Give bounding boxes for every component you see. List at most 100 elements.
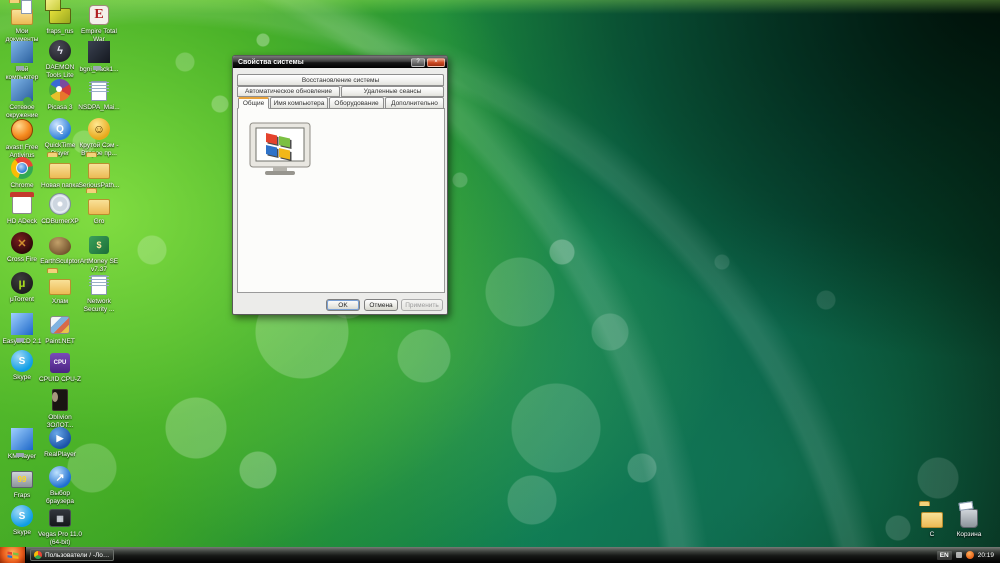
icon-label: Корзина — [956, 531, 982, 538]
close-icon[interactable]: × — [427, 57, 445, 67]
desktop-icon-earthsculptor[interactable]: EarthSculptor — [38, 232, 82, 266]
kmplayer-icon — [11, 431, 33, 449]
desktop-icon-recycle-bin[interactable]: Корзина — [947, 505, 991, 539]
desktop: Мои документы fraps_rus E Empire Total Wa… — [0, 0, 1000, 563]
desktop-icon-cdburnerxp[interactable]: CDBurnerXP — [38, 192, 82, 226]
desktop-icon-oblivion[interactable]: Oblivion ЗОЛОТ... — [38, 388, 82, 429]
cancel-button[interactable]: Отмена — [364, 299, 398, 311]
fraps-rus-icon — [49, 8, 71, 24]
icon-label: EarthSculptor — [40, 258, 80, 265]
tab-general[interactable]: Общие — [238, 97, 269, 109]
tab-automatic-updates[interactable]: Автоматическое обновление — [237, 86, 340, 97]
artmoney-icon: $ — [89, 236, 109, 254]
folder-icon — [88, 163, 110, 179]
skype-icon: S — [11, 350, 33, 372]
desktop-icon-network-security[interactable]: Network Security ... — [77, 272, 121, 313]
tab-advanced[interactable]: Дополнительно — [385, 97, 444, 109]
language-indicator[interactable]: EN — [936, 550, 952, 560]
desktop-icon-daemon-tools[interactable]: ϟ DAEMON Tools Lite — [38, 40, 82, 79]
dialog-title-bar[interactable]: Свойства системы ? × — [233, 56, 447, 68]
paintnet-icon — [50, 316, 70, 334]
icon-label: Новая папка — [41, 182, 79, 189]
video-file-icon — [88, 44, 110, 62]
desktop-icon-browser-choice[interactable]: ↗ Выбор браузера — [38, 466, 82, 505]
desktop-icon-hlam[interactable]: Хлам — [38, 272, 82, 306]
document-icon — [91, 274, 107, 295]
help-icon[interactable]: ? — [411, 57, 425, 67]
desktop-icon-quicktime[interactable]: Q QuickTime Player — [38, 118, 82, 157]
icon-label: QuickTime Player — [44, 142, 76, 157]
icon-label: fraps_rus — [46, 28, 74, 35]
icon-label: ArtMoney SE v7.37 — [79, 258, 119, 273]
desktop-icon-nsdpa[interactable]: NSDPA_Mai... — [77, 78, 121, 112]
windows-flag-icon — [7, 551, 18, 559]
tab-system-restore[interactable]: Восстановление системы — [237, 74, 444, 86]
desktop-icon-gro[interactable]: Gro — [77, 192, 121, 226]
picasa-icon — [49, 79, 71, 101]
wallpaper — [0, 0, 1000, 563]
folder-icon — [88, 199, 110, 215]
taskbar-window-button[interactable]: Пользователи / -Лок... — [30, 549, 114, 561]
apply-button[interactable]: Применить — [401, 299, 443, 311]
serious-sam-icon: ☺ — [88, 118, 110, 140]
document-icon — [91, 80, 107, 101]
utorrent-icon: µ — [11, 272, 33, 294]
terrain-icon — [49, 236, 71, 255]
fraps-icon: 99 — [11, 470, 33, 488]
desktop-icon-realplayer[interactable]: ▶ RealPlayer — [38, 427, 82, 459]
desktop-icon-picasa[interactable]: Picasa 3 — [38, 78, 82, 112]
oblivion-icon — [52, 389, 68, 411]
folder-icon — [49, 163, 71, 179]
tab-hardware[interactable]: Оборудование — [329, 97, 384, 109]
taskbar-clock[interactable]: 20:19 — [978, 552, 994, 559]
taskbar: Пользователи / -Лок... EN 20:19 — [0, 547, 1000, 563]
desktop-icon-serious-sam[interactable]: ☺ Крутой Сэм - Второе пр... — [77, 118, 121, 157]
icon-label: RealPlayer — [44, 451, 76, 458]
icon-label: Vegas Pro 11.0 (64-bit) — [38, 531, 82, 546]
desktop-icon-seriouspath[interactable]: SeriousPath... — [77, 156, 121, 190]
desktop-icon-new-folder[interactable]: Новая папка — [38, 156, 82, 190]
desktop-icon-fraps-rus[interactable]: fraps_rus — [38, 2, 82, 36]
windows-flag-monitor-graphic — [247, 122, 313, 180]
empire-icon: E — [89, 4, 109, 25]
quicktime-icon: Q — [49, 118, 71, 140]
task-window-icon — [34, 551, 42, 559]
icon-label: SeriousPath... — [78, 182, 120, 189]
cpuz-icon: CPU — [50, 352, 70, 373]
vegas-icon: ▦ — [49, 509, 71, 527]
hd-adeck-icon — [12, 196, 32, 214]
computer-icon — [11, 44, 33, 62]
dialog-title: Свойства системы — [238, 58, 304, 66]
icon-label: Выбор браузера — [46, 490, 74, 505]
cross-fire-icon: ✕ — [11, 232, 33, 254]
recycle-bin-icon — [960, 508, 978, 528]
desktop-icon-paintnet[interactable]: Paint.NET — [38, 312, 82, 346]
documents-folder-icon — [11, 9, 33, 25]
network-icon — [11, 82, 33, 100]
desktop-icon-cpuz[interactable]: CPU CPUID CPU-Z — [38, 350, 82, 384]
icon-label: Network Security ... — [83, 298, 115, 313]
browser-choice-icon: ↗ — [49, 466, 71, 488]
task-window-title: Пользователи / -Лок... — [45, 551, 110, 559]
skype-icon: S — [11, 505, 33, 527]
desktop-icon-empire-total-war[interactable]: E Empire Total War — [77, 2, 121, 43]
icon-label: DAEMON Tools Lite — [45, 64, 75, 79]
icon-label: Paint.NET — [45, 338, 75, 345]
icon-label: Picasa 3 — [47, 104, 73, 111]
icon-label: Gro — [93, 218, 105, 225]
icon-label: Крутой Сэм - Второе пр... — [79, 142, 119, 157]
avast-tray-icon[interactable] — [965, 551, 974, 559]
system-properties-dialog: Свойства системы ? × Восстановление сист… — [232, 55, 448, 315]
desktop-icon-bgni-track[interactable]: bgni_track1... — [77, 40, 121, 74]
daemon-tools-icon: ϟ — [49, 40, 71, 62]
tab-computer-name[interactable]: Имя компьютера — [270, 97, 328, 109]
easybcd-icon — [11, 316, 33, 334]
icon-label: Хлам — [51, 298, 69, 305]
desktop-icon-artmoney[interactable]: $ ArtMoney SE v7.37 — [77, 232, 121, 273]
ok-button[interactable]: OK — [326, 299, 360, 311]
desktop-icon-vegas-pro[interactable]: ▦ Vegas Pro 11.0 (64-bit) — [38, 505, 82, 546]
start-button[interactable] — [0, 547, 26, 563]
tab-remote-sessions[interactable]: Удаленные сеансы — [341, 86, 444, 97]
folder-icon — [49, 279, 71, 295]
tray-icon[interactable] — [955, 552, 962, 558]
